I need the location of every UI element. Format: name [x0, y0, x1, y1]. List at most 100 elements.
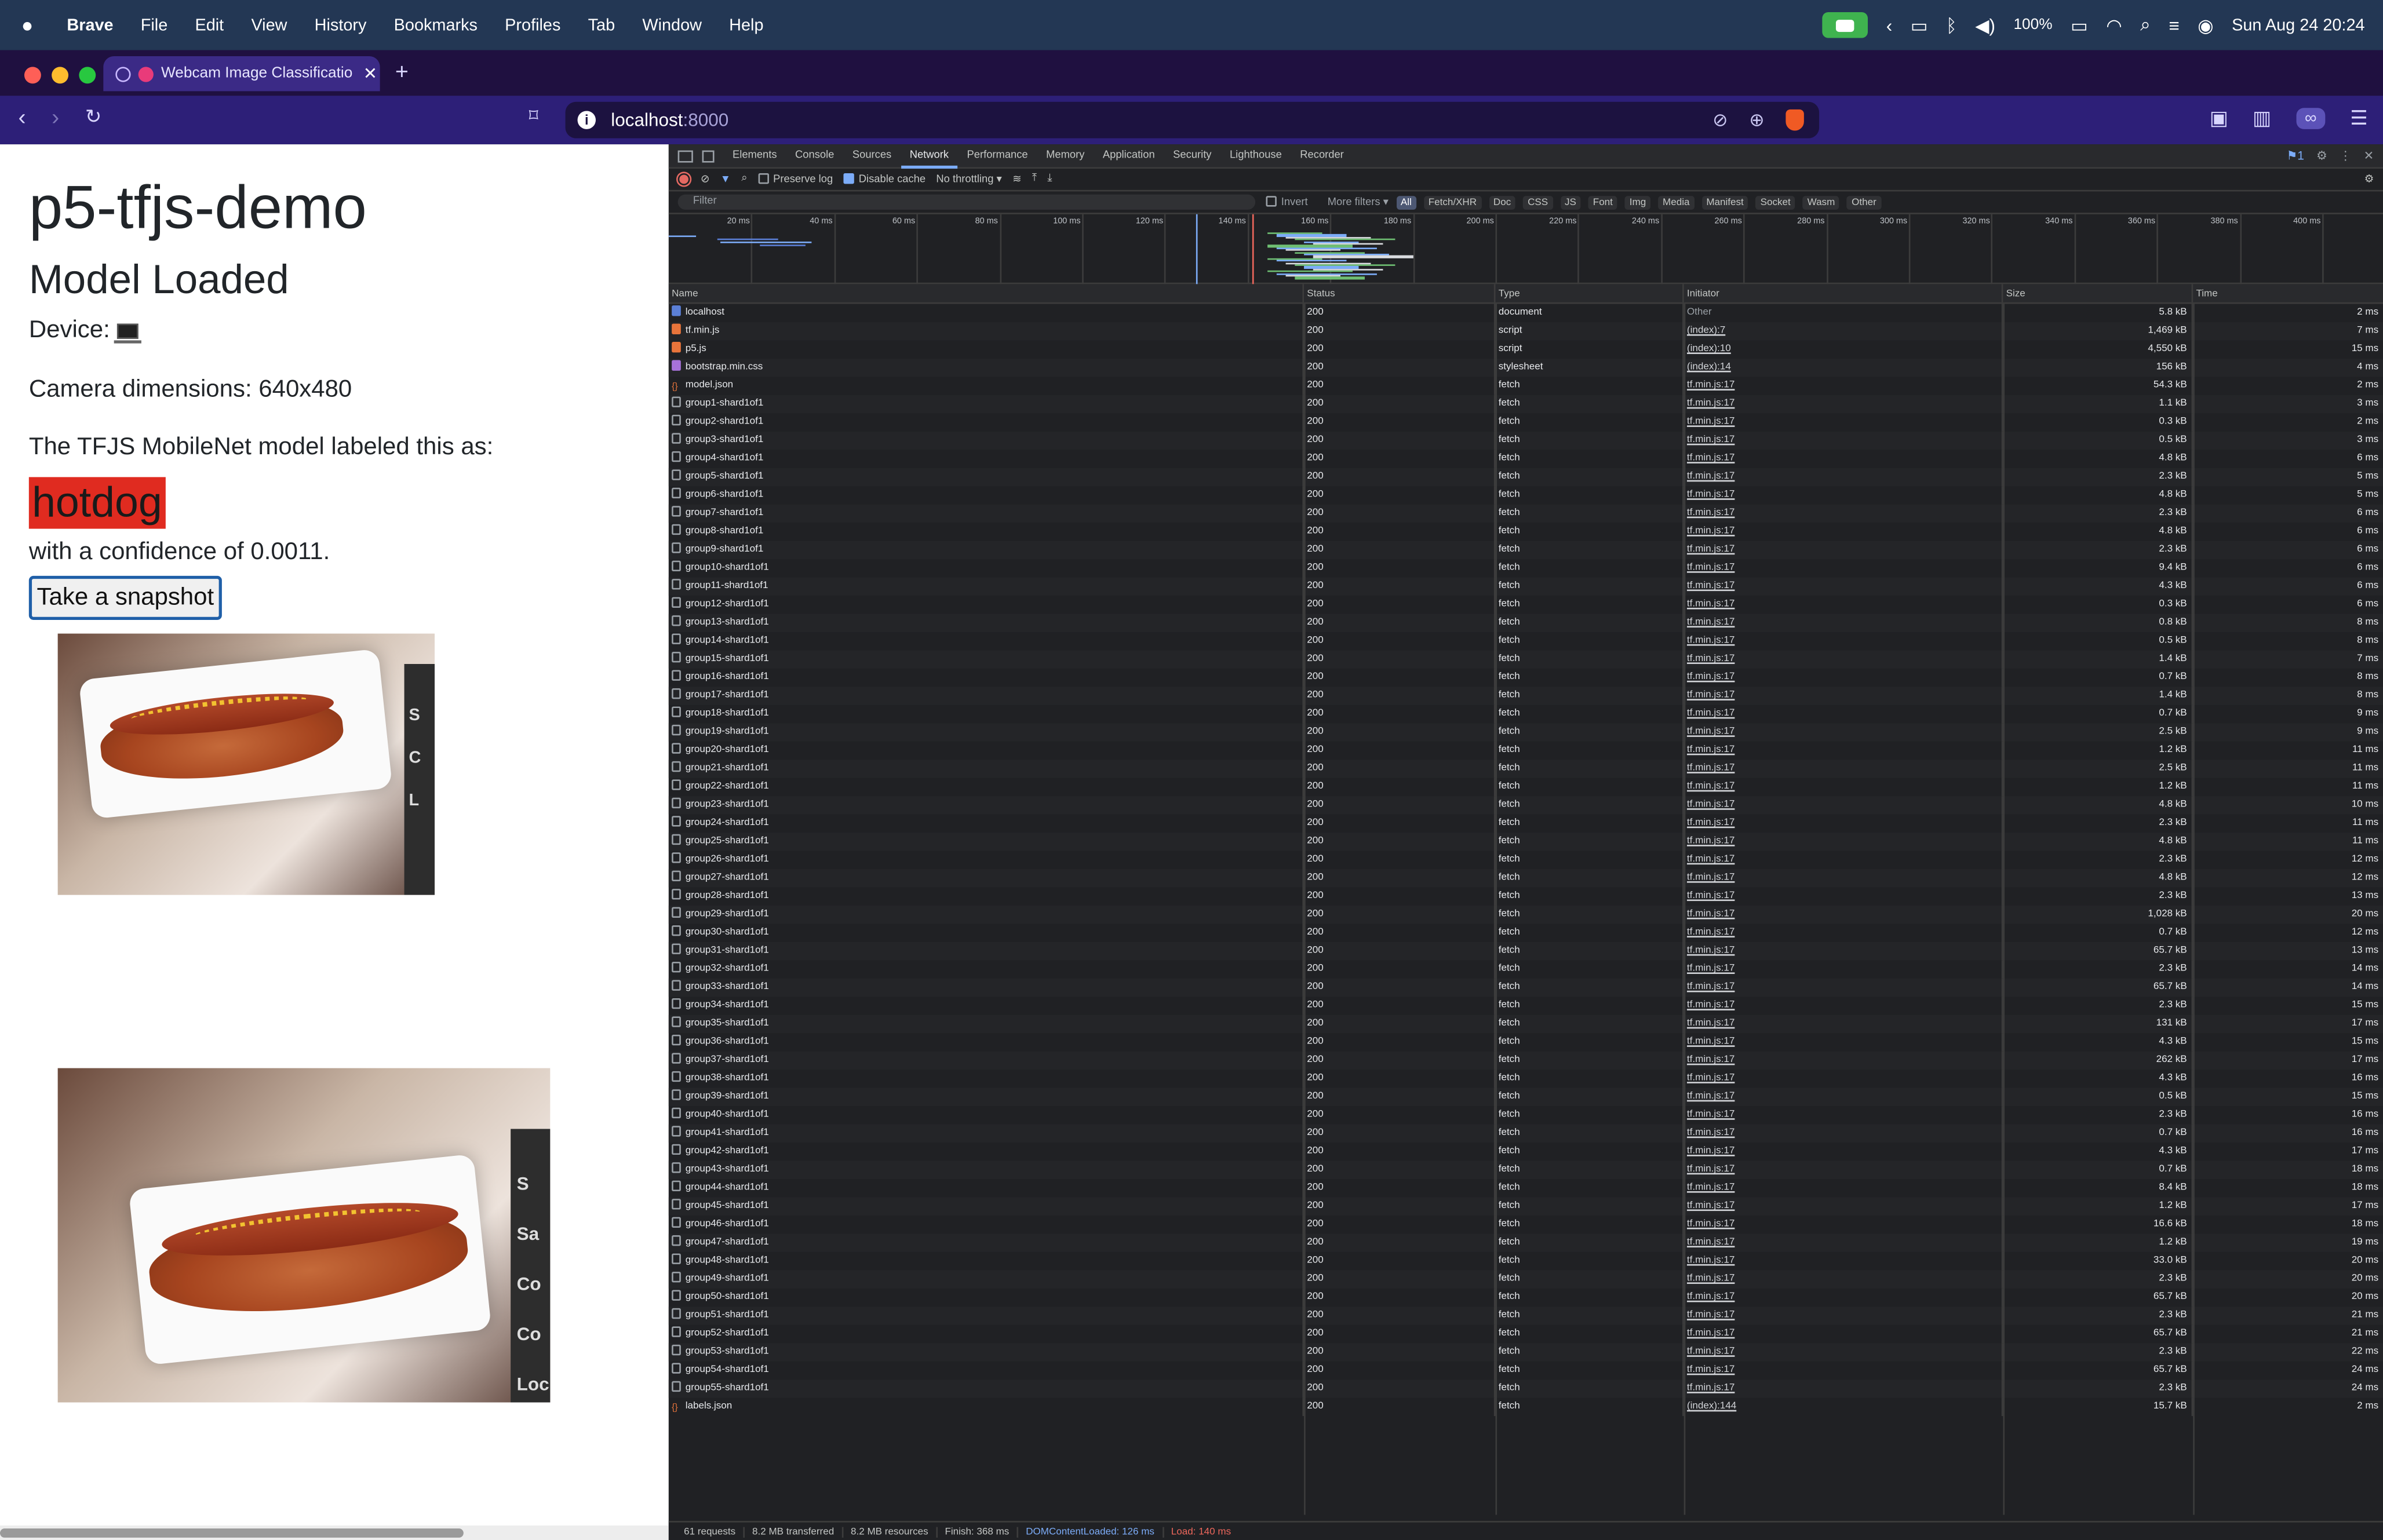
siri-icon[interactable]: ◉: [2198, 14, 2213, 36]
menu-profiles[interactable]: Profiles: [505, 16, 560, 34]
request-name-cell[interactable]: {} labels.json: [669, 1397, 1305, 1417]
type-filter-manifest[interactable]: Manifest: [1701, 195, 1748, 209]
request-initiator[interactable]: tf.min.js:17: [1684, 1307, 2003, 1325]
network-timeline-overview[interactable]: 20 ms 40 ms 60 ms 80 ms 100 ms 120 ms 140 ms 16…: [668, 214, 2383, 284]
column-header-time[interactable]: Time: [2193, 284, 2383, 302]
import-har-icon[interactable]: ⤒: [1032, 173, 1037, 185]
menu-bookmarks[interactable]: Bookmarks: [394, 16, 478, 34]
request-name-cell[interactable]: group41-shard1of1: [669, 1124, 1305, 1143]
table-row[interactable]: group40-shard1of1 200 fetch tf.min.js:17 2.3…: [669, 1106, 2383, 1125]
export-har-icon[interactable]: ⤓: [1047, 173, 1052, 185]
take-snapshot-button[interactable]: Take a snapshot: [28, 575, 222, 620]
tab-sources[interactable]: Sources: [843, 144, 901, 168]
table-row[interactable]: group24-shard1of1 200 fetch tf.min.js:17 2.3…: [669, 814, 2383, 833]
invert-checkbox[interactable]: Invert: [1266, 196, 1308, 208]
request-initiator[interactable]: tf.min.js:17: [1684, 504, 2003, 523]
request-initiator[interactable]: tf.min.js:17: [1684, 1215, 2003, 1234]
tab-lighthouse[interactable]: Lighthouse: [1220, 144, 1291, 168]
table-row[interactable]: group49-shard1of1 200 fetch tf.min.js:17 2.3…: [668, 1270, 2383, 1289]
filter-funnel-icon[interactable]: ▼: [720, 174, 731, 184]
type-filter-socket[interactable]: Socket: [1755, 195, 1795, 209]
request-initiator[interactable]: tf.min.js:17: [1684, 486, 2003, 505]
request-initiator[interactable]: (index):14: [1684, 358, 2003, 377]
inspect-element-icon[interactable]: [677, 149, 693, 162]
tab-console[interactable]: Console: [786, 144, 843, 168]
display-icon[interactable]: ▭: [1911, 14, 1928, 36]
tab-network[interactable]: Network: [900, 144, 958, 168]
request-initiator[interactable]: tf.min.js:17: [1684, 559, 2003, 578]
request-name-cell[interactable]: group27-shard1of1: [669, 869, 1305, 888]
media-cast-icon[interactable]: ▣: [2210, 107, 2228, 131]
request-initiator[interactable]: tf.min.js:17: [1684, 1070, 2003, 1088]
request-initiator[interactable]: tf.min.js:17: [1684, 468, 2003, 487]
table-row[interactable]: group1-shard1of1 200 fetch tf.min.js:17 1.1 …: [668, 395, 2383, 414]
spotlight-search-icon[interactable]: ⌕: [2140, 14, 2151, 37]
table-row[interactable]: group35-shard1of1 200 fetch tf.min.js:17 131…: [668, 1014, 2383, 1034]
record-icon[interactable]: [677, 173, 690, 185]
request-initiator[interactable]: tf.min.js:17: [1684, 1343, 2003, 1362]
request-initiator[interactable]: tf.min.js:17: [1684, 741, 2003, 760]
bluetooth-icon[interactable]: ᛒ: [1946, 14, 1957, 36]
type-filter-font[interactable]: Font: [1588, 195, 1617, 209]
table-row[interactable]: group17-shard1of1 200 fetch tf.min.js:17 1.4…: [668, 687, 2383, 705]
site-info-icon[interactable]: i: [577, 111, 596, 129]
request-initiator[interactable]: tf.min.js:17: [1684, 413, 2003, 432]
request-initiator[interactable]: tf.min.js:17: [1684, 833, 2003, 851]
table-row[interactable]: group53-shard1of1 200 fetch tf.min.js:17 2.3…: [668, 1343, 2383, 1362]
table-row[interactable]: group7-shard1of1 200 fetch tf.min.js:17 2.3 …: [668, 504, 2383, 523]
menu-file[interactable]: File: [141, 16, 168, 34]
request-name-cell[interactable]: group38-shard1of1: [669, 1070, 1305, 1088]
request-name-cell[interactable]: group24-shard1of1: [669, 814, 1305, 833]
table-row[interactable]: group15-shard1of1 200 fetch tf.min.js:17 1.4…: [668, 650, 2383, 669]
browser-tab-active[interactable]: Webcam Image Classificatio ✕: [103, 56, 380, 92]
table-row[interactable]: group2-shard1of1 200 fetch tf.min.js:17 0.3 …: [669, 413, 2383, 432]
tab-security[interactable]: Security: [1164, 144, 1220, 168]
filter-input[interactable]: Filter: [677, 194, 1256, 210]
request-name-cell[interactable]: group11-shard1of1: [669, 577, 1305, 596]
table-row[interactable]: group34-shard1of1 200 fetch tf.min.js:17 2.3…: [669, 997, 2383, 1015]
table-row[interactable]: group54-shard1of1 200 fetch tf.min.js:17 65.…: [669, 1361, 2383, 1380]
table-row[interactable]: group52-shard1of1 200 fetch tf.min.js:17 65.…: [669, 1324, 2383, 1344]
request-name-cell[interactable]: group43-shard1of1: [669, 1161, 1305, 1180]
more-filters-dropdown[interactable]: More filters ▾: [1328, 196, 1389, 208]
table-row[interactable]: group45-shard1of1 200 fetch tf.min.js:17 1.2…: [668, 1197, 2383, 1216]
column-header-status[interactable]: Status: [1304, 284, 1496, 302]
request-initiator[interactable]: tf.min.js:17: [1684, 778, 2003, 797]
request-initiator[interactable]: tf.min.js:17: [1684, 796, 2003, 815]
tab-memory[interactable]: Memory: [1037, 144, 1094, 168]
request-name-cell[interactable]: group54-shard1of1: [669, 1361, 1305, 1380]
request-name-cell[interactable]: {} model.json: [669, 377, 1305, 395]
table-row[interactable]: group28-shard1of1 200 fetch tf.min.js:17 2.3…: [669, 887, 2383, 906]
request-initiator[interactable]: tf.min.js:17: [1684, 431, 2003, 450]
request-initiator[interactable]: tf.min.js:17: [1684, 1161, 2003, 1180]
type-filter-media[interactable]: Media: [1658, 195, 1695, 209]
column-header-name[interactable]: Name: [669, 284, 1305, 302]
menu-edit[interactable]: Edit: [195, 16, 224, 34]
request-name-cell[interactable]: group25-shard1of1: [669, 833, 1305, 851]
table-row[interactable]: group14-shard1of1 200 fetch tf.min.js:17 0.5…: [669, 632, 2383, 651]
request-name-cell[interactable]: group30-shard1of1: [669, 924, 1305, 942]
tab-close-icon[interactable]: ✕: [363, 64, 377, 83]
network-settings-icon[interactable]: ⚙: [2364, 173, 2374, 185]
request-initiator[interactable]: (index):10: [1684, 340, 2003, 359]
device-toolbar-icon[interactable]: [702, 149, 715, 162]
request-initiator[interactable]: tf.min.js:17: [1684, 1033, 2003, 1052]
request-name-cell[interactable]: group17-shard1of1: [669, 687, 1305, 705]
request-name-cell[interactable]: group9-shard1of1: [669, 541, 1305, 560]
table-row[interactable]: group38-shard1of1 200 fetch tf.min.js:17 4.3…: [669, 1070, 2383, 1088]
table-row[interactable]: p5.js 200 script (index):10 4,550 kB 15 ms: [669, 340, 2383, 359]
menu-history[interactable]: History: [315, 16, 367, 34]
request-initiator[interactable]: tf.min.js:17: [1684, 668, 2003, 687]
request-name-cell[interactable]: group53-shard1of1: [669, 1343, 1305, 1362]
app-menu-icon[interactable]: ☰: [2350, 107, 2368, 131]
request-name-cell[interactable]: group55-shard1of1: [669, 1380, 1305, 1398]
table-row[interactable]: group19-shard1of1 200 fetch tf.min.js:17 2.5…: [668, 723, 2383, 742]
request-initiator[interactable]: tf.min.js:17: [1684, 905, 2003, 924]
request-initiator[interactable]: tf.min.js:17: [1684, 687, 2003, 705]
request-initiator[interactable]: tf.min.js:17: [1684, 1143, 2003, 1161]
chevron-left-icon[interactable]: ‹: [1886, 14, 1892, 36]
table-row[interactable]: group8-shard1of1 200 fetch tf.min.js:17 4.8 …: [669, 523, 2383, 541]
request-name-cell[interactable]: group20-shard1of1: [669, 741, 1305, 760]
type-filter-wasm[interactable]: Wasm: [1802, 195, 1840, 209]
request-name-cell[interactable]: group31-shard1of1: [669, 941, 1305, 961]
